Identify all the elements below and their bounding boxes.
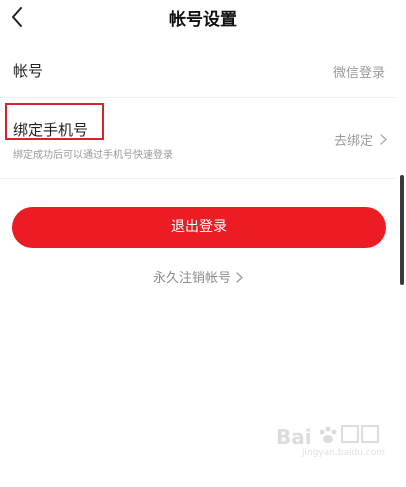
- watermark-text: jingyan.baidu.com: [302, 448, 386, 458]
- chevron-right-icon: [236, 272, 243, 283]
- delete-account-link[interactable]: 永久注销帐号: [0, 267, 396, 286]
- chevron-right-icon: [380, 134, 387, 145]
- bind-phone-action[interactable]: 去绑定: [334, 130, 387, 149]
- scrollbar[interactable]: [400, 175, 404, 285]
- top-bar: 帐号设置: [0, 0, 406, 36]
- svg-text:Bai: Bai: [276, 425, 312, 449]
- bind-phone-subtitle: 绑定成功后可以通过手机号快速登录: [13, 150, 173, 161]
- baidu-watermark: Bai jingyan.baidu.com: [272, 420, 386, 460]
- delete-account-label: 永久注销帐号: [152, 271, 231, 286]
- page-title: 帐号设置: [169, 10, 237, 30]
- account-row: 帐号 微信登录: [0, 42, 396, 98]
- account-value: 微信登录: [332, 66, 385, 81]
- bind-phone-row[interactable]: 绑定手机号 绑定成功后可以通过手机号快速登录 去绑定: [0, 98, 396, 179]
- account-label: 帐号: [13, 62, 44, 80]
- logout-button[interactable]: 退出登录: [12, 207, 386, 248]
- bind-phone-label: 绑定手机号: [13, 121, 89, 139]
- bind-phone-value: 去绑定: [333, 134, 373, 149]
